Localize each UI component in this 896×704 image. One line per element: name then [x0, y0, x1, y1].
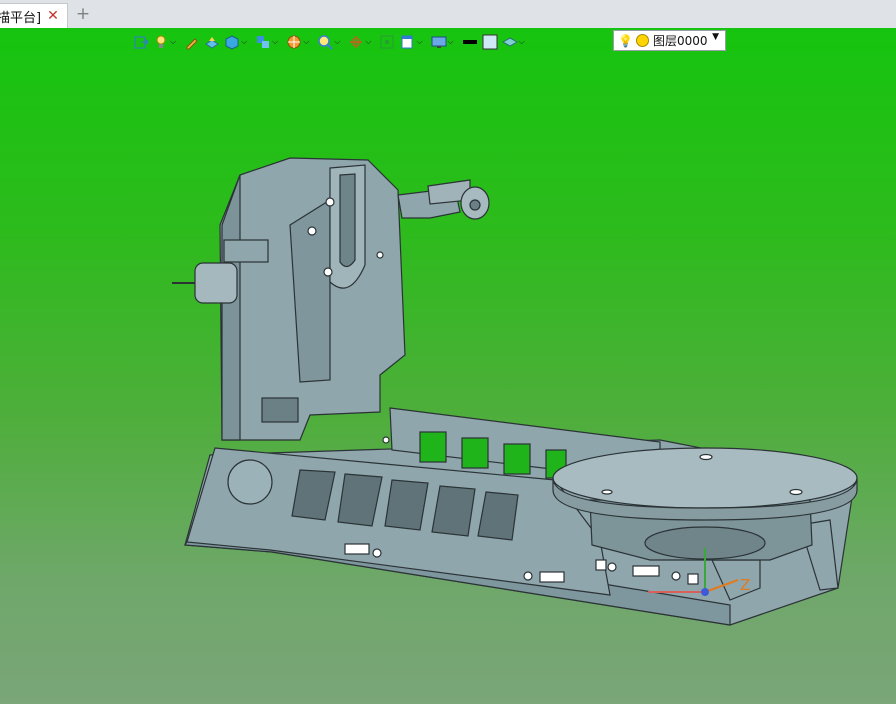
layer-select-value: 图层0000 — [652, 34, 708, 48]
add-tab-button[interactable]: + — [74, 4, 92, 24]
light-button[interactable]: ⌵ — [152, 32, 181, 52]
fill-color-button[interactable] — [481, 32, 499, 52]
layer-bulb-icon: 💡 — [618, 33, 633, 48]
model-motor — [194, 262, 238, 304]
rotate-axis-icon — [348, 34, 364, 50]
layer-color-icon — [635, 34, 649, 47]
line-color-swatch-icon — [462, 34, 478, 50]
assembly-button[interactable]: ⌵ — [254, 32, 283, 52]
exit-sketch-icon — [133, 34, 149, 50]
view-panel-icon — [399, 34, 415, 50]
solid-cube-icon — [224, 34, 240, 50]
pencil-button[interactable] — [183, 32, 201, 52]
zoom-button[interactable]: ⌵ — [316, 32, 345, 52]
extrude-button[interactable] — [203, 32, 221, 52]
axis-z-label: Z — [740, 576, 750, 594]
solid-button[interactable]: ⌵ — [223, 32, 252, 52]
assembly-cube-icon — [255, 34, 271, 50]
fit-view-icon — [379, 34, 395, 50]
render-sphere-icon — [286, 34, 302, 50]
render-button[interactable]: ⌵ — [285, 32, 314, 52]
line-color-button[interactable] — [461, 32, 479, 52]
view-toolbar: ⌵ ⌵ ⌵ ⌵ ⌵ ⌵ ⌵ ⌵ ⌵ — [132, 31, 530, 53]
close-icon[interactable]: ✕ — [47, 8, 59, 24]
light-bulb-icon — [153, 34, 169, 50]
layer-select[interactable]: 💡 图层0000 ▼ — [613, 30, 726, 51]
exit-sketch-button[interactable] — [132, 32, 150, 52]
3d-viewport[interactable]: Z — [0, 28, 896, 704]
zoom-icon — [317, 34, 334, 50]
extrude-icon — [204, 34, 220, 50]
fit-view-button[interactable] — [378, 32, 396, 52]
document-tab[interactable]: 描平台] ✕ — [0, 3, 68, 28]
document-tab-label: 描平台] — [0, 10, 42, 26]
tab-bar: 描平台] ✕ + — [0, 0, 896, 29]
3d-model-view: Z — [172, 157, 858, 626]
view-panel-button[interactable]: ⌵ — [398, 32, 427, 52]
fill-color-swatch-icon — [482, 34, 498, 50]
pencil-icon — [184, 34, 200, 50]
display-button[interactable]: ⌵ — [430, 32, 459, 52]
rotate-button[interactable]: ⌵ — [347, 32, 376, 52]
display-monitor-icon — [431, 34, 447, 50]
chevron-down-icon[interactable]: ▼ — [712, 32, 719, 42]
layer-stack-icon — [501, 34, 518, 50]
layer-button[interactable]: ⌵ — [501, 32, 530, 52]
